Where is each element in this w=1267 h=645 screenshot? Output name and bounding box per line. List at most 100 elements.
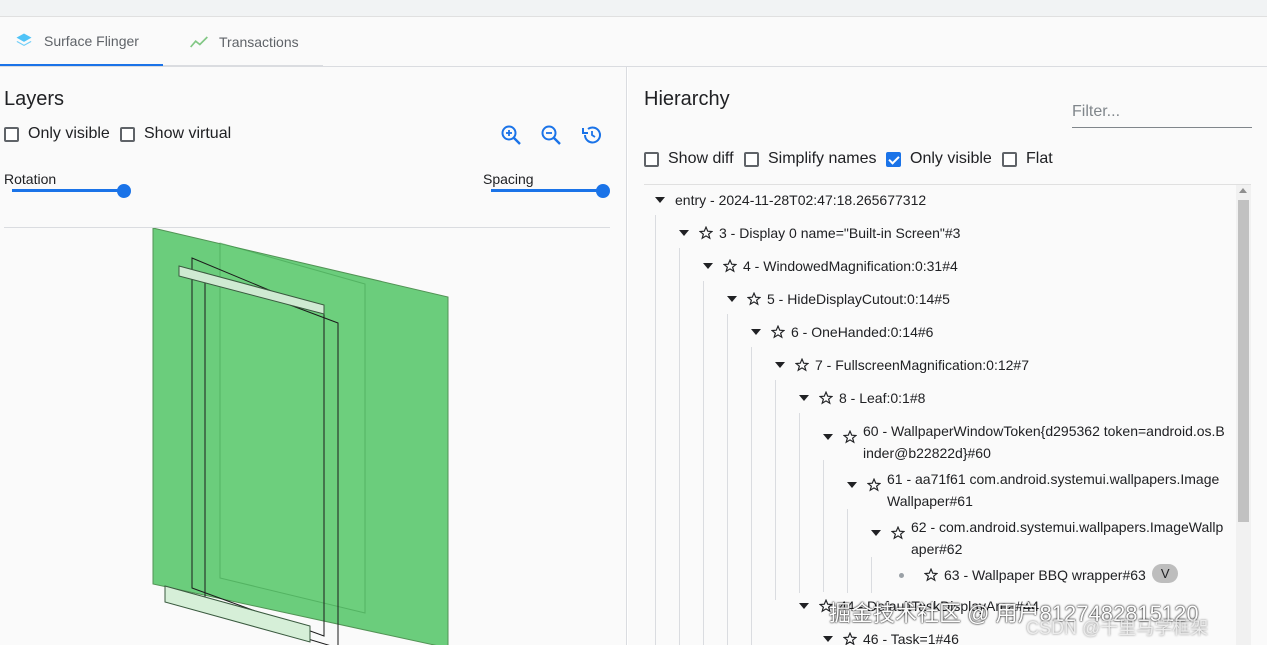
tree-node[interactable]: 46 - Task=1#46	[823, 628, 959, 645]
tree-node[interactable]: 5 - HideDisplayCutout:0:14#5	[727, 288, 950, 310]
node-label: 46 - Task=1#46	[863, 631, 959, 645]
zoom-out-icon[interactable]	[539, 123, 563, 147]
rotation-slider-track[interactable]	[12, 189, 124, 192]
watermark-sub: CSDN @千里马学框架	[1026, 618, 1209, 638]
node-label: 62 - com.android.systemui.wallpapers.Ima…	[911, 519, 1224, 557]
node-label: 61 - aa71f61 com.android.systemui.wallpa…	[887, 471, 1220, 509]
tab-transactions[interactable]: Transactions	[163, 17, 323, 66]
tree-node[interactable]: 6 - OneHanded:0:14#6	[751, 321, 933, 343]
checkbox-label: Show virtual	[144, 125, 232, 142]
node-label: 4 - WindowedMagnification:0:31#4	[743, 258, 958, 274]
top-bar	[0, 0, 1267, 17]
rotation-label: Rotation	[4, 171, 57, 187]
tab-surface-flinger[interactable]: Surface Flinger	[0, 17, 163, 66]
hierarchy-panel: Hierarchy Filter... Show diff Simplify n…	[628, 67, 1267, 645]
leaf-dot-icon	[899, 573, 904, 578]
node-label: 7 - FullscreenMagnification:0:12#7	[815, 357, 1030, 373]
checkbox-box-checked[interactable]	[886, 151, 901, 167]
node-label: 8 - Leaf:0:1#8	[839, 390, 926, 406]
tree-scrollbar-thumb[interactable]	[1238, 200, 1249, 522]
hierarchy-title: Hierarchy	[644, 88, 730, 110]
expand-caret-icon[interactable]	[751, 329, 761, 335]
tree-node[interactable]: 62 - com.android.systemui.wallpapers.Ima…	[871, 516, 1229, 560]
simplify-names-checkbox[interactable]: Simplify names	[744, 150, 876, 168]
tree-guide-line	[703, 281, 704, 645]
checkbox-box[interactable]	[4, 126, 19, 142]
layers-panel: Layers Only visible Show virtual Rotatio…	[0, 67, 627, 645]
filter-input[interactable]: Filter...	[1072, 97, 1252, 128]
tree-node[interactable]: 61 - aa71f61 com.android.systemui.wallpa…	[847, 468, 1227, 512]
tab-label: Transactions	[219, 33, 299, 50]
scroll-up-icon[interactable]	[1239, 188, 1247, 193]
tree-guide-line	[679, 248, 680, 645]
only-visible-checkbox[interactable]: Only visible	[4, 125, 110, 143]
star-icon[interactable]	[747, 292, 761, 306]
node-label: entry - 2024-11-28T02:47:18.265677312	[675, 192, 927, 208]
rotation-slider-thumb[interactable]	[117, 184, 131, 198]
checkbox-box[interactable]	[744, 151, 759, 167]
expand-caret-icon[interactable]	[655, 197, 665, 203]
tree-guide-line	[799, 413, 800, 593]
tree-guide-line	[655, 215, 656, 645]
star-icon[interactable]	[819, 391, 833, 405]
node-label: 5 - HideDisplayCutout:0:14#5	[767, 291, 950, 307]
checkbox-label: Flat	[1026, 150, 1053, 167]
tree-guide-line	[751, 347, 752, 645]
star-icon[interactable]	[843, 430, 857, 444]
checkbox-box[interactable]	[644, 151, 659, 167]
layers-3d-view[interactable]	[0, 228, 627, 645]
star-icon[interactable]	[723, 259, 737, 273]
expand-caret-icon[interactable]	[871, 530, 881, 536]
tab-bar: Surface Flinger Transactions	[0, 17, 1267, 67]
tree-node[interactable]: 60 - WallpaperWindowToken{d295362 token=…	[823, 420, 1227, 464]
expand-caret-icon[interactable]	[775, 362, 785, 368]
hierarchy-tree[interactable]: entry - 2024-11-28T02:47:18.265677312 3 …	[644, 184, 1251, 645]
node-label: 63 - Wallpaper BBQ wrapper#63	[944, 567, 1146, 583]
expand-caret-icon[interactable]	[847, 482, 857, 488]
expand-caret-icon[interactable]	[727, 296, 737, 302]
tree-guide-line	[823, 460, 824, 592]
expand-caret-icon[interactable]	[703, 263, 713, 269]
star-icon[interactable]	[867, 478, 881, 492]
trend-line-icon	[190, 35, 208, 48]
visible-badge: V	[1151, 564, 1179, 583]
star-icon[interactable]	[699, 226, 713, 240]
checkbox-label: Only visible	[910, 150, 992, 167]
tree-node[interactable]: entry - 2024-11-28T02:47:18.265677312	[655, 189, 926, 211]
star-icon[interactable]	[795, 358, 809, 372]
tab-divider	[163, 65, 323, 66]
star-icon[interactable]	[843, 632, 857, 645]
reset-view-icon[interactable]	[580, 123, 604, 147]
checkbox-label: Only visible	[28, 125, 110, 142]
expand-caret-icon[interactable]	[679, 230, 689, 236]
star-icon[interactable]	[924, 568, 938, 582]
tree-guide-line	[847, 509, 848, 593]
show-diff-checkbox[interactable]: Show diff	[644, 150, 734, 168]
show-virtual-checkbox[interactable]: Show virtual	[120, 125, 231, 143]
expand-caret-icon[interactable]	[823, 434, 833, 440]
tree-node[interactable]: 3 - Display 0 name="Built-in Screen"#3	[679, 222, 960, 244]
tree-node[interactable]: 4 - WindowedMagnification:0:31#4	[703, 255, 958, 277]
star-icon[interactable]	[891, 526, 905, 540]
expand-caret-icon[interactable]	[799, 395, 809, 401]
flat-checkbox[interactable]: Flat	[1002, 150, 1053, 168]
tree-node[interactable]: 7 - FullscreenMagnification:0:12#7	[775, 354, 1029, 376]
layers-3d-canvas[interactable]	[0, 228, 627, 645]
checkbox-label: Simplify names	[768, 150, 877, 167]
checkbox-box[interactable]	[120, 126, 135, 142]
layers-icon	[16, 33, 32, 46]
node-label: 60 - WallpaperWindowToken{d295362 token=…	[863, 423, 1225, 461]
expand-caret-icon[interactable]	[823, 636, 833, 642]
zoom-in-icon[interactable]	[499, 123, 523, 147]
node-label: 3 - Display 0 name="Built-in Screen"#3	[719, 225, 961, 241]
spacing-slider-track[interactable]	[491, 189, 603, 192]
checkbox-box[interactable]	[1002, 151, 1017, 167]
expand-caret-icon[interactable]	[799, 603, 809, 609]
star-icon[interactable]	[771, 325, 785, 339]
spacing-slider-thumb[interactable]	[596, 184, 610, 198]
tree-node[interactable]: 63 - Wallpaper BBQ wrapper#63 V	[899, 564, 1179, 586]
tree-node[interactable]: 8 - Leaf:0:1#8	[799, 387, 925, 409]
tree-guide-line	[871, 557, 872, 593]
spacing-label: Spacing	[483, 171, 534, 187]
only-visible-checkbox[interactable]: Only visible	[886, 150, 992, 168]
